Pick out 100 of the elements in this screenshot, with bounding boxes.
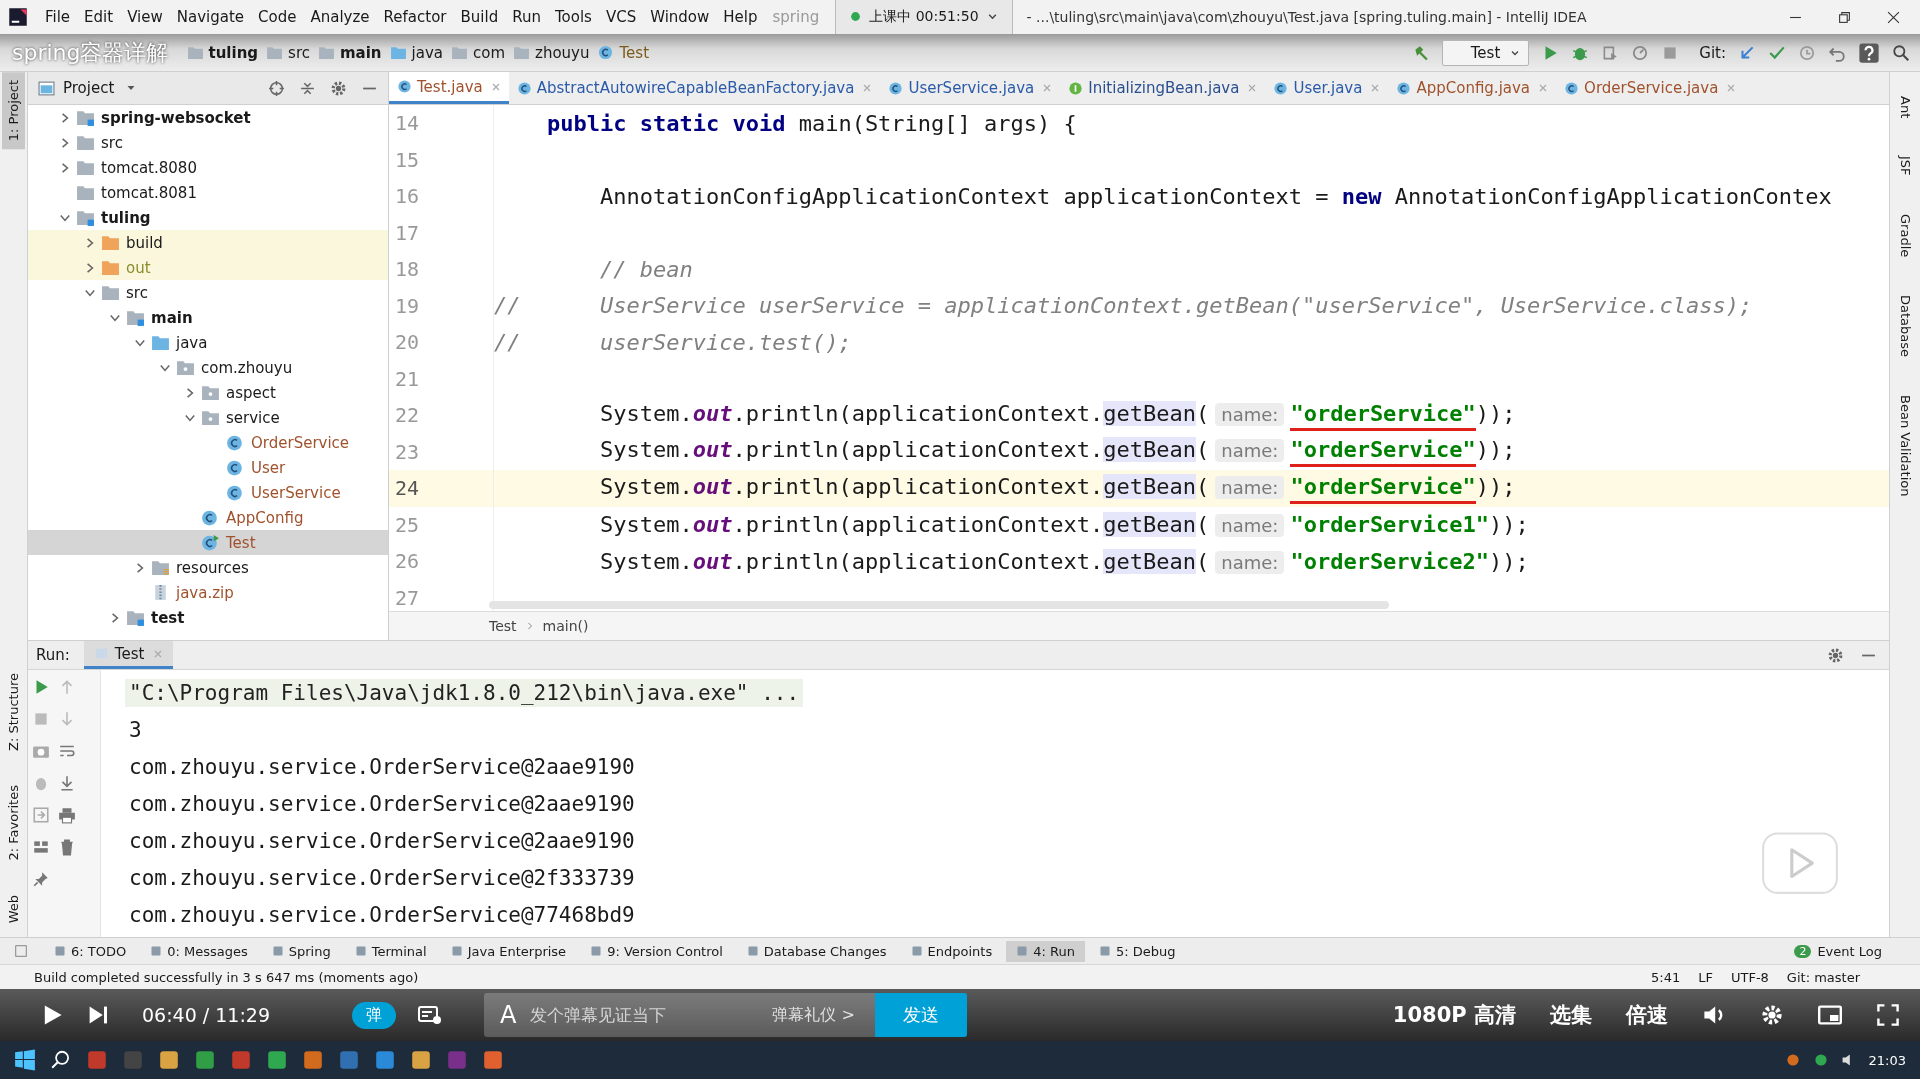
tree-row[interactable]: tomcat.8081 [28, 180, 388, 205]
tool-window-stripe-button[interactable]: Gradle [1894, 207, 1916, 264]
danmaku-settings-icon[interactable] [418, 1003, 442, 1027]
breadcrumb[interactable]: Test [619, 43, 650, 62]
tool-window-tab[interactable]: 5: Debug [1088, 940, 1186, 962]
tool-window-tab[interactable]: 6: TODO [44, 940, 137, 962]
tool-window-tab[interactable]: Endpoints [900, 940, 1003, 962]
tree-row[interactable]: UserService [28, 480, 388, 505]
tree-row[interactable]: service [28, 405, 388, 430]
windows-start-icon[interactable] [14, 1049, 36, 1071]
editor-tab[interactable]: AppConfig.java [1388, 72, 1557, 104]
taskbar-app-icon[interactable] [374, 1049, 396, 1071]
search-icon[interactable] [1892, 43, 1910, 62]
tray-icon[interactable] [1784, 1052, 1801, 1068]
status-item[interactable]: 5:41 [1651, 969, 1681, 985]
tree-row[interactable]: aspect [28, 380, 388, 405]
tree-row[interactable]: main [28, 305, 388, 330]
editor-tab[interactable]: AbstractAutowireCapableBeanFactory.java [508, 72, 881, 104]
breadcrumb[interactable]: java [411, 43, 443, 62]
help-icon[interactable] [1858, 41, 1880, 64]
taskbar-app-icon[interactable] [338, 1049, 360, 1071]
tree-row[interactable]: resources [28, 555, 388, 580]
taskbar-app-icon[interactable] [158, 1049, 180, 1071]
menu-item[interactable]: Code [251, 4, 304, 30]
restore-icon[interactable] [1838, 10, 1851, 24]
menu-item[interactable]: VCS [598, 4, 644, 30]
horizontal-scrollbar[interactable] [489, 601, 1389, 609]
breadcrumb[interactable]: zhouyu [535, 43, 590, 62]
tool-window-stripe-button[interactable]: Ant [1894, 90, 1916, 125]
layout-icon[interactable] [32, 838, 50, 856]
chevron-icon[interactable] [59, 161, 71, 174]
menu-item[interactable]: Navigate [169, 4, 252, 30]
fullscreen-icon[interactable] [1876, 1003, 1900, 1027]
tool-window-stripe-button[interactable]: Bean Validation [1894, 389, 1916, 503]
scroll-to-end-icon[interactable] [58, 774, 76, 792]
status-item[interactable]: Git: master [1786, 969, 1860, 985]
tree-row[interactable]: AppConfig [28, 505, 388, 530]
taskbar-app-icon[interactable] [86, 1049, 108, 1071]
settings-icon[interactable] [1827, 646, 1844, 664]
menu-item[interactable]: View [120, 4, 170, 30]
tree-row[interactable]: tomcat.8080 [28, 155, 388, 180]
tree-row[interactable]: spring-websocket [28, 105, 388, 130]
breadcrumb[interactable]: tuling [208, 43, 259, 62]
tool-window-stripe-button[interactable]: JSF [1894, 150, 1916, 182]
menu-item[interactable]: Help [716, 4, 765, 30]
taskbar-app-icon[interactable] [482, 1049, 504, 1071]
breadcrumb[interactable]: com [473, 43, 506, 62]
menu-item[interactable]: Tools [547, 4, 599, 30]
editor-tab[interactable]: UserService.java [880, 72, 1061, 104]
editor-tab[interactable]: User.java [1265, 72, 1389, 104]
pin-icon[interactable] [32, 870, 50, 888]
menu-item[interactable]: Window [643, 4, 717, 30]
tree-row[interactable]: src [28, 130, 388, 155]
breadcrumb[interactable]: Test [489, 618, 517, 634]
tool-window-tab[interactable]: 4: Run [1006, 940, 1085, 962]
tree-row[interactable]: OrderService [28, 430, 388, 455]
settings-icon[interactable] [1760, 1003, 1784, 1027]
tool-window-tab[interactable]: 9: Version Control [580, 940, 733, 962]
profiler-icon[interactable] [1631, 43, 1650, 62]
run-configuration-dropdown[interactable]: Test [1441, 39, 1530, 66]
taskbar-app-icon[interactable] [266, 1049, 288, 1071]
menu-item[interactable]: Analyze [303, 4, 377, 30]
locate-icon[interactable] [268, 79, 285, 97]
chevron-icon[interactable] [84, 236, 96, 249]
chevron-icon[interactable] [59, 111, 71, 124]
chevron-icon[interactable] [59, 136, 71, 149]
breadcrumb[interactable]: src [288, 43, 310, 62]
tool-window-stripe-button[interactable]: Web [3, 888, 24, 929]
project-view-dropdown[interactable]: Project [63, 79, 137, 97]
status-item[interactable]: LF [1698, 969, 1713, 985]
tree-row[interactable]: Test [28, 530, 388, 555]
menu-item[interactable]: Build [453, 4, 506, 30]
tool-window-stripe-button[interactable]: 1: Project [2, 72, 25, 150]
tree-row[interactable]: build [28, 230, 388, 255]
picture-in-picture-icon[interactable] [1818, 1003, 1842, 1027]
run-tab[interactable]: Test [83, 641, 174, 669]
tool-window-stripe-button[interactable]: Z: Structure [3, 667, 24, 758]
tool-window-stripe-button[interactable]: 2: Favorites [3, 779, 24, 867]
tool-window-stripe-button[interactable]: Database [1894, 289, 1916, 364]
chevron-icon[interactable] [184, 386, 196, 399]
taskbar-app-icon[interactable] [194, 1049, 216, 1071]
tree-row[interactable]: java [28, 330, 388, 355]
chevron-icon[interactable] [134, 561, 146, 574]
status-item[interactable]: UTF-8 [1730, 969, 1769, 985]
editor-tab[interactable]: Test.java [389, 72, 509, 104]
panel-toggle-icon[interactable] [14, 944, 28, 958]
menu-item[interactable]: Refactor [376, 4, 454, 30]
taskbar-app-icon[interactable] [230, 1049, 252, 1071]
speed-button[interactable]: 倍速 [1626, 1001, 1668, 1029]
tool-window-tab[interactable]: Java Enterprise [440, 940, 577, 962]
tree-row[interactable]: java.zip [28, 580, 388, 605]
tree-row[interactable]: com.zhouyu [28, 355, 388, 380]
taskbar-app-icon[interactable] [302, 1049, 324, 1071]
menu-item[interactable]: File [38, 4, 78, 30]
tree-row[interactable]: src [28, 280, 388, 305]
trash-icon[interactable] [58, 838, 76, 856]
close-icon[interactable] [1887, 10, 1900, 24]
menu-item[interactable]: Run [505, 4, 548, 30]
editor-tab[interactable]: InitializingBean.java [1060, 72, 1266, 104]
tree-row[interactable]: tuling [28, 205, 388, 230]
